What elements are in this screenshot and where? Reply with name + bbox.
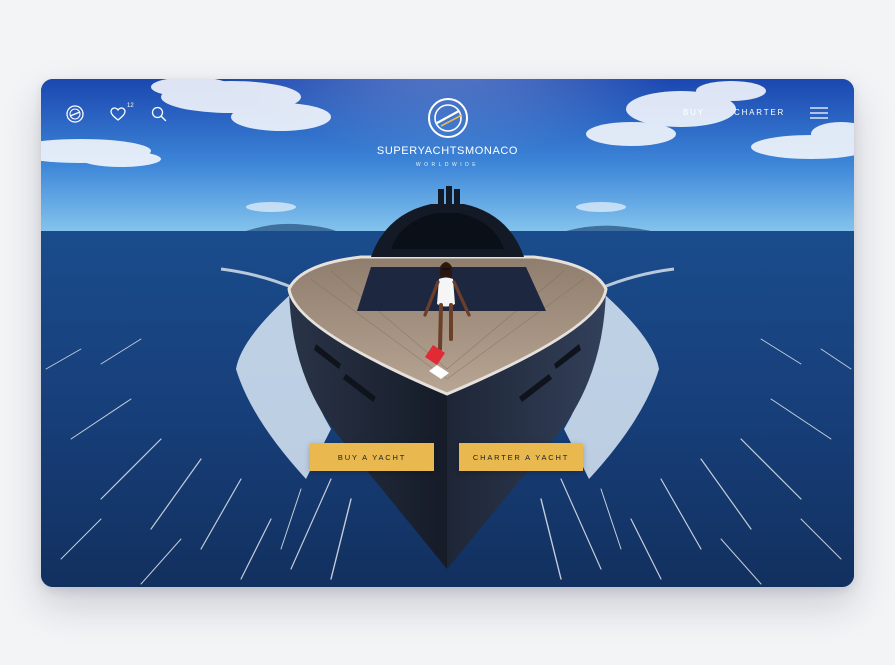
- globe-logo-icon[interactable]: [66, 105, 84, 123]
- favorites-button[interactable]: [109, 106, 127, 122]
- charter-a-yacht-button[interactable]: CHARTER A YACHT: [459, 443, 583, 471]
- nav-charter-link[interactable]: CHARTER: [734, 108, 785, 117]
- buy-a-yacht-button[interactable]: BUY A YACHT: [310, 443, 434, 471]
- search-icon[interactable]: [151, 106, 167, 122]
- hero-frame: 12 SUPERYACHTSMONACO WORLDWIDE BUY CHART…: [41, 79, 854, 587]
- brand-tagline: WORLDWIDE: [415, 162, 480, 168]
- favorites-count: 12: [127, 103, 134, 109]
- heart-icon: [110, 107, 126, 121]
- nav-buy-link[interactable]: BUY: [683, 108, 705, 117]
- brand-name[interactable]: SUPERYACHTSMONACO: [41, 145, 854, 157]
- hamburger-menu-icon[interactable]: [809, 105, 829, 121]
- brand-emblem-icon[interactable]: [427, 97, 469, 139]
